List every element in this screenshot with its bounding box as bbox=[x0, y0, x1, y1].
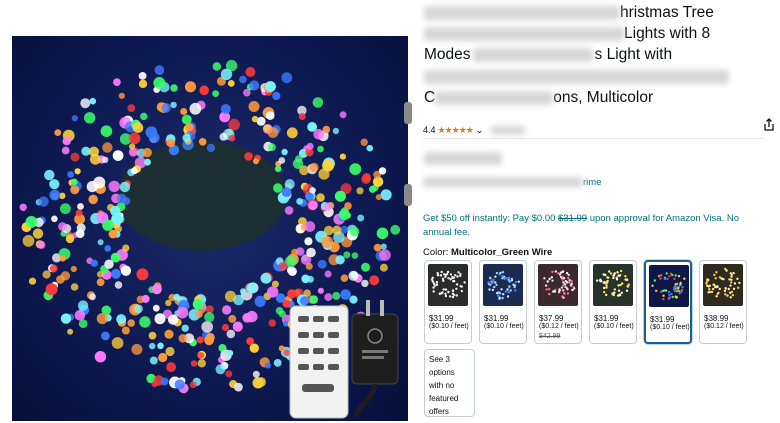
see-options-button[interactable]: See 3 options with no featured offers bbox=[424, 349, 475, 417]
gallery-scroll-down-handle[interactable] bbox=[404, 184, 412, 206]
price-block bbox=[424, 152, 502, 165]
swatch-unit-price: ($0.10 / feet) bbox=[484, 323, 524, 330]
swatch-unit-price: ($0.10 / feet) bbox=[650, 324, 690, 331]
color-label: Color: Multicolor_Green Wire bbox=[423, 247, 553, 258]
product-title-line-1[interactable]: hristmas Tree bbox=[424, 3, 714, 23]
swatch-thumbnail bbox=[703, 264, 743, 306]
remote-control-icon bbox=[289, 305, 349, 419]
main-product-image[interactable] bbox=[12, 36, 408, 421]
swatch-price: $31.99 bbox=[484, 314, 509, 323]
product-title-line-5[interactable]: Cons, Multicolor bbox=[424, 88, 653, 108]
product-title-line-3[interactable]: Modes s Light with bbox=[424, 45, 672, 65]
share-icon[interactable] bbox=[762, 118, 776, 132]
swatch-unit-price: ($0.10 / feet) bbox=[594, 323, 634, 330]
swatch-list-price: $42.99 bbox=[539, 333, 561, 340]
swatch-price: $37.99 bbox=[539, 314, 564, 323]
swatch-unit-price: ($0.10 / feet) bbox=[429, 323, 469, 330]
rating-row[interactable]: 4.4 ★★★★★ ⌄ bbox=[423, 123, 526, 137]
star-rating-icon: ★★★★★ bbox=[437, 124, 474, 135]
chevron-down-icon[interactable]: ⌄ bbox=[476, 125, 484, 136]
color-swatch[interactable]: $38.99 ($0.12 / feet) bbox=[699, 260, 747, 344]
power-adapter-icon bbox=[351, 300, 399, 417]
color-swatch-selected[interactable]: $31.99 ($0.10 / feet) bbox=[644, 260, 692, 344]
rating-value: 4.4 bbox=[423, 125, 436, 135]
color-swatch[interactable]: $31.99 ($0.10 / feet) bbox=[589, 260, 637, 344]
swatch-price: $38.99 bbox=[704, 314, 729, 323]
ratings-count[interactable] bbox=[491, 125, 526, 135]
swatch-thumbnail bbox=[483, 264, 523, 306]
swatch-unit-price: ($0.12 / feet) bbox=[539, 323, 579, 330]
swatch-price: $31.99 bbox=[594, 314, 619, 323]
prime-line[interactable]: rime bbox=[423, 177, 601, 188]
swatch-thumbnail bbox=[593, 264, 633, 306]
swatch-thumbnail bbox=[538, 264, 578, 306]
product-details-panel: hristmas Tree Lights with 8 Modes s Light… bbox=[418, 0, 780, 423]
color-swatch[interactable]: $31.99 ($0.10 / feet) bbox=[424, 260, 472, 344]
swatch-thumbnail bbox=[649, 265, 689, 307]
swatch-price: $31.99 bbox=[650, 315, 675, 324]
color-swatch-list: $31.99 ($0.10 / feet) $31.99 ($0.10 / fe… bbox=[424, 260, 747, 344]
gallery-scroll-up-handle[interactable] bbox=[404, 102, 412, 124]
swatch-unit-price: ($0.12 / feet) bbox=[704, 323, 744, 330]
selected-color-value: Multicolor_Green Wire bbox=[450, 247, 553, 258]
visa-promo-link[interactable]: Get $50 off instantly: Pay $0.00 $31.99 … bbox=[423, 212, 751, 240]
color-swatch[interactable]: $31.99 ($0.10 / feet) bbox=[479, 260, 527, 344]
product-title-line-4[interactable] bbox=[424, 67, 729, 87]
swatch-thumbnail bbox=[428, 264, 468, 306]
section-divider bbox=[423, 138, 764, 139]
product-title-line-2[interactable]: Lights with 8 bbox=[424, 24, 710, 44]
swatch-price: $31.99 bbox=[429, 314, 454, 323]
color-swatch[interactable]: $37.99 ($0.12 / feet) $42.99 bbox=[534, 260, 582, 344]
